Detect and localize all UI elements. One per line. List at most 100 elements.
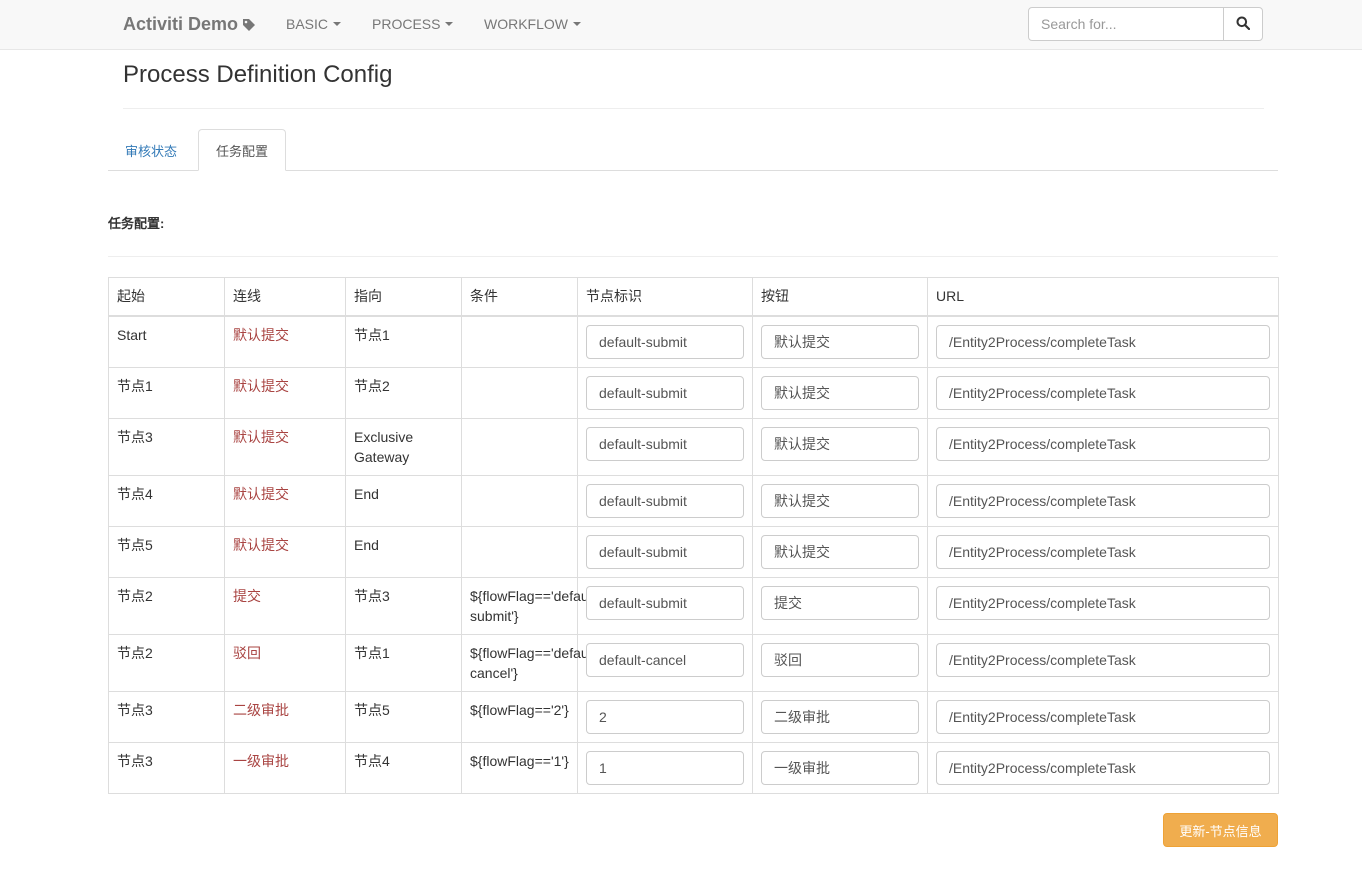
node-id-input-cell	[577, 525, 753, 578]
nav-menu-workflow[interactable]: WORKFLOW	[484, 16, 581, 32]
node-id-input[interactable]	[586, 324, 744, 359]
column-header-target: 指向	[345, 277, 462, 317]
search-icon	[1236, 16, 1251, 33]
column-header-node-id: 节点标识	[577, 277, 753, 317]
button-label-input[interactable]	[761, 585, 919, 620]
nav-menu-label: BASIC	[286, 16, 329, 32]
start-node-cell: 节点3	[108, 417, 225, 476]
url-input[interactable]	[936, 585, 1270, 620]
url-input[interactable]	[936, 426, 1270, 461]
update-node-button[interactable]: 更新-节点信息	[1163, 813, 1278, 847]
url-input-cell	[927, 417, 1279, 476]
target-node-cell: End	[345, 525, 462, 578]
tab-task-config[interactable]: 任务配置	[198, 129, 286, 171]
table-row: 节点1 默认提交 节点2	[108, 366, 1279, 419]
button-label-input[interactable]	[761, 699, 919, 734]
node-id-input[interactable]	[586, 642, 744, 677]
url-input[interactable]	[936, 375, 1270, 410]
button-label-input[interactable]	[761, 534, 919, 569]
nav-menu-label: WORKFLOW	[484, 16, 568, 32]
url-input-cell	[927, 633, 1279, 692]
table-row: 节点4 默认提交 End	[108, 474, 1279, 527]
target-node-cell: 节点4	[345, 741, 462, 794]
search-input[interactable]	[1028, 7, 1224, 41]
caret-down-icon	[333, 22, 342, 26]
flow-link-cell: 默认提交	[224, 315, 346, 368]
button-label-input-cell	[752, 366, 928, 419]
url-input-cell	[927, 366, 1279, 419]
button-label-input-cell	[752, 741, 928, 794]
url-input-cell	[927, 525, 1279, 578]
node-id-input[interactable]	[586, 375, 744, 410]
node-id-input-cell	[577, 417, 753, 476]
target-node-cell: 节点1	[345, 633, 462, 692]
flow-link-cell: 默认提交	[224, 366, 346, 419]
section-label: 任务配置:	[108, 216, 165, 231]
column-header-start: 起始	[108, 277, 225, 317]
node-id-input[interactable]	[586, 426, 744, 461]
start-node-cell: Start	[108, 315, 225, 368]
button-label-input-cell	[752, 315, 928, 368]
button-label-input-cell	[752, 525, 928, 578]
button-label-input[interactable]	[761, 750, 919, 785]
tag-icon	[242, 18, 256, 32]
button-label-input[interactable]	[761, 426, 919, 461]
start-node-cell: 节点2	[108, 576, 225, 635]
button-label-input[interactable]	[761, 483, 919, 518]
start-node-cell: 节点3	[108, 741, 225, 794]
url-input[interactable]	[936, 483, 1270, 518]
target-node-cell: End	[345, 474, 462, 527]
node-id-input[interactable]	[586, 534, 744, 569]
condition-cell: ${flowFlag=='default-cancel'}	[461, 633, 600, 692]
button-label-input[interactable]	[761, 642, 919, 677]
column-header-url: URL	[927, 277, 1279, 317]
node-id-input-cell	[577, 690, 753, 743]
button-label-input-cell	[752, 474, 928, 527]
nav-menu-basic[interactable]: BASIC	[286, 16, 342, 32]
tab-audit-status[interactable]: 审核状态	[110, 129, 192, 171]
flow-link-cell: 默认提交	[224, 525, 346, 578]
table-row: 节点3 默认提交 Exclusive Gateway	[108, 417, 1279, 476]
condition-cell	[461, 366, 578, 419]
button-label-input[interactable]	[761, 375, 919, 410]
condition-cell	[461, 315, 578, 368]
nav-menu-process[interactable]: PROCESS	[372, 16, 454, 32]
url-input[interactable]	[936, 699, 1270, 734]
node-id-input[interactable]	[586, 750, 744, 785]
navbar: Activiti Demo BASIC PROCESS WORKFLOW	[0, 0, 1362, 50]
node-id-input-cell	[577, 474, 753, 527]
button-label-input-cell	[752, 576, 928, 635]
condition-cell: ${flowFlag=='default-submit'}	[461, 576, 600, 635]
url-input-cell	[927, 474, 1279, 527]
node-id-input[interactable]	[586, 483, 744, 518]
start-node-cell: 节点1	[108, 366, 225, 419]
start-node-cell: 节点5	[108, 525, 225, 578]
button-label-input[interactable]	[761, 324, 919, 359]
condition-cell	[461, 417, 578, 476]
flow-link-cell: 驳回	[224, 633, 346, 692]
url-input[interactable]	[936, 324, 1270, 359]
start-node-cell: 节点2	[108, 633, 225, 692]
caret-down-icon	[445, 22, 454, 26]
brand-link[interactable]: Activiti Demo	[123, 14, 256, 35]
node-id-input-cell	[577, 633, 753, 692]
start-node-cell: 节点4	[108, 474, 225, 527]
target-node-cell: 节点1	[345, 315, 462, 368]
search-button[interactable]	[1223, 7, 1263, 41]
url-input-cell	[927, 576, 1279, 635]
node-id-input[interactable]	[586, 585, 744, 620]
button-label-input-cell	[752, 690, 928, 743]
divider	[108, 256, 1278, 257]
node-id-input[interactable]	[586, 699, 744, 734]
url-input[interactable]	[936, 642, 1270, 677]
divider	[123, 108, 1264, 109]
flow-link-cell: 二级审批	[224, 690, 346, 743]
table-row: 节点5 默认提交 End	[108, 525, 1279, 578]
table-row: 节点3 二级审批 节点5 ${flowFlag=='2'}	[108, 690, 1279, 743]
url-input[interactable]	[936, 534, 1270, 569]
task-config-table: 起始 连线 指向 条件 节点标识 按钮 URL Start默认提交节点1节点1默…	[108, 277, 1279, 794]
target-node-cell: Exclusive Gateway	[345, 417, 462, 476]
url-input[interactable]	[936, 750, 1270, 785]
url-input-cell	[927, 741, 1279, 794]
condition-cell: ${flowFlag=='1'}	[461, 741, 578, 794]
